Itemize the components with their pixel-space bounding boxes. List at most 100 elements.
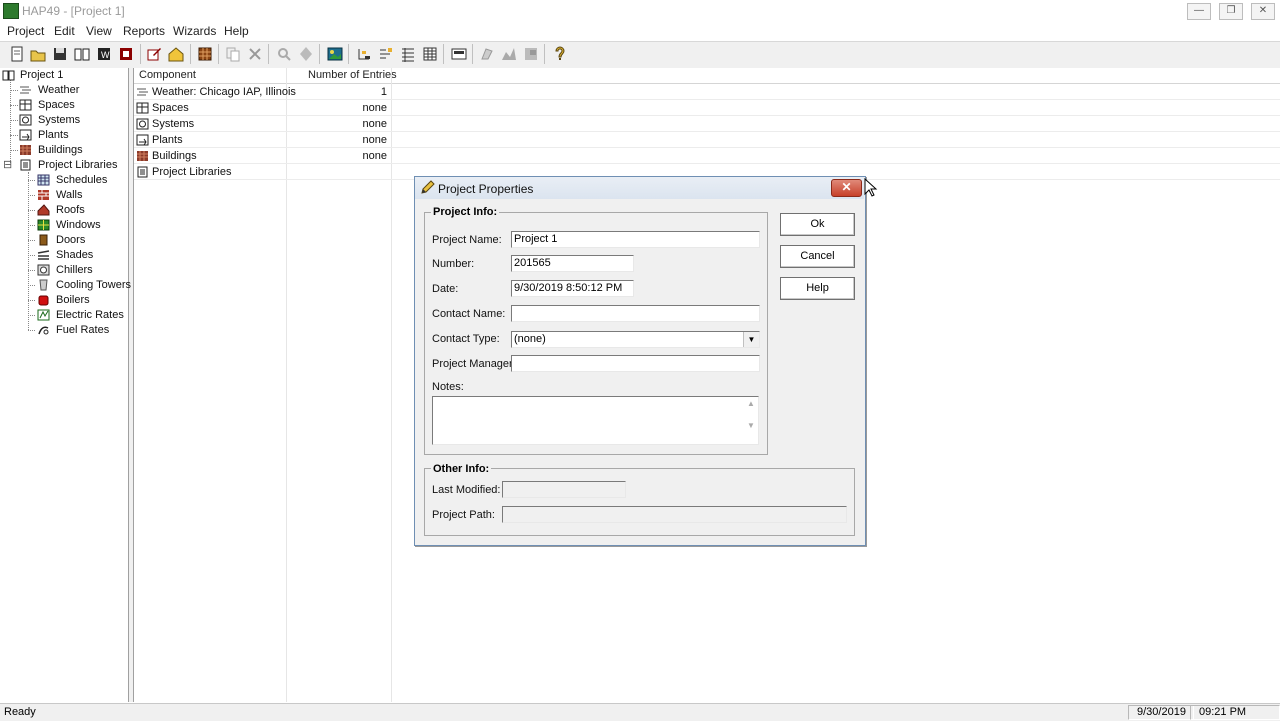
list-row-component[interactable]: Systems (152, 118, 194, 130)
edit-pencil-icon[interactable] (145, 45, 163, 63)
spaces-icon (19, 99, 32, 111)
cancel-button[interactable]: Cancel (780, 245, 855, 268)
delete-icon[interactable] (246, 45, 264, 63)
libraries-icon (19, 159, 32, 171)
tree-item-project-libraries[interactable]: Project Libraries (38, 159, 117, 171)
systems-icon (136, 118, 149, 130)
tree-item-walls[interactable]: Walls (56, 189, 82, 201)
exit-icon[interactable] (117, 45, 135, 63)
tree-connector (10, 150, 18, 151)
tree-connector (28, 225, 35, 226)
tree-item-shades[interactable]: Shades (56, 249, 93, 261)
notes-scrollbar[interactable]: ▲ ▼ (745, 398, 757, 443)
tree-connector (28, 300, 35, 301)
toolbar-separator (544, 44, 545, 64)
list-row-component[interactable]: Buildings (152, 150, 197, 162)
help-button[interactable]: Help (780, 277, 855, 300)
project-name-field[interactable]: Project 1 (511, 231, 760, 248)
book-dark-icon[interactable]: W (95, 45, 113, 63)
tree-item-roofs[interactable]: Roofs (56, 204, 85, 216)
toolbar-separator (443, 44, 444, 64)
print-icon[interactable] (478, 45, 496, 63)
menu-help[interactable]: Help (224, 24, 249, 38)
dialog-close-button[interactable]: ✕ (831, 179, 862, 197)
open-project-icon[interactable] (29, 45, 47, 63)
tree-item-systems[interactable]: Systems (38, 114, 80, 126)
copy-icon[interactable] (224, 45, 242, 63)
tree-item-boilers[interactable]: Boilers (56, 294, 90, 306)
menu-project[interactable]: Project (7, 24, 44, 38)
book-icon[interactable] (73, 45, 91, 63)
project-icon (2, 69, 15, 81)
row-divider (134, 163, 1280, 164)
details-view-icon[interactable] (399, 45, 417, 63)
menu-edit[interactable]: Edit (54, 24, 75, 38)
tree-item-fuel-rates[interactable]: Fuel Rates (56, 324, 109, 336)
house-icon[interactable] (167, 45, 185, 63)
toolbar-separator (268, 44, 269, 64)
libraries-expander[interactable]: ⊟ (3, 158, 12, 171)
list-row-entries: none (362, 102, 387, 114)
save-icon[interactable] (51, 45, 69, 63)
menu-view[interactable]: View (86, 24, 112, 38)
calculator-icon[interactable] (522, 45, 540, 63)
tree-connector (10, 90, 18, 91)
chevron-down-icon[interactable]: ▼ (743, 332, 759, 347)
close-window-button[interactable]: ✕ (1251, 3, 1275, 20)
row-divider (134, 99, 1280, 100)
tree-item-spaces[interactable]: Spaces (38, 99, 75, 111)
list-row-component[interactable]: Spaces (152, 102, 189, 114)
tree-icon[interactable] (355, 45, 373, 63)
menu-wizards[interactable]: Wizards (173, 24, 216, 38)
tree-root-project[interactable]: Project 1 (20, 69, 63, 81)
notes-textarea[interactable] (432, 396, 759, 445)
fuel-rates-icon (37, 324, 50, 336)
properties-icon[interactable] (297, 45, 315, 63)
row-divider (134, 115, 1280, 116)
list-row-component[interactable]: Weather: Chicago IAP, Illinois (152, 86, 296, 98)
menu-reports[interactable]: Reports (123, 24, 165, 38)
app-icon (3, 3, 19, 19)
column-header-component[interactable]: Component (139, 69, 196, 81)
project-name-label: Project Name: (432, 234, 502, 246)
contact-type-select[interactable]: (none) (511, 331, 760, 348)
date-field[interactable]: 9/30/2019 8:50:12 PM (511, 280, 634, 297)
list-row-component[interactable]: Project Libraries (152, 166, 231, 178)
tree-connector (10, 80, 11, 165)
chart-icon[interactable] (500, 45, 518, 63)
tree-item-weather[interactable]: Weather (38, 84, 79, 96)
title-bar[interactable] (0, 0, 1280, 22)
tree-item-buildings[interactable]: Buildings (38, 144, 83, 156)
ok-button[interactable]: Ok (780, 213, 855, 236)
window-title: HAP49 - [Project 1] (22, 4, 125, 18)
contact-name-field[interactable] (511, 305, 760, 322)
image-icon[interactable] (326, 45, 344, 63)
tree-item-schedules[interactable]: Schedules (56, 174, 107, 186)
tree-item-cooling-towers[interactable]: Cooling Towers (56, 279, 131, 291)
grid-icon[interactable] (196, 45, 214, 63)
last-modified-label: Last Modified: (432, 484, 501, 496)
toolbar-separator (348, 44, 349, 64)
project-manager-field[interactable] (511, 355, 760, 372)
tree-item-doors[interactable]: Doors (56, 234, 85, 246)
tree-item-plants[interactable]: Plants (38, 129, 69, 141)
status-date: 9/30/2019 (1128, 705, 1194, 720)
tree-connector (28, 240, 35, 241)
weather-icon (19, 84, 32, 96)
list-row-component[interactable]: Plants (152, 134, 183, 146)
restore-button[interactable]: ❐ (1219, 3, 1243, 20)
minimize-button[interactable]: — (1187, 3, 1211, 20)
buildings-icon (136, 150, 149, 162)
new-project-icon[interactable] (8, 45, 26, 63)
help-icon[interactable] (551, 45, 569, 63)
list-view-icon[interactable] (421, 45, 439, 63)
column-header-entries[interactable]: Number of Entries (308, 69, 397, 81)
tree-item-electric-rates[interactable]: Electric Rates (56, 309, 124, 321)
report-icon[interactable] (450, 45, 468, 63)
list-row-entries: none (362, 134, 387, 146)
tree-item-windows[interactable]: Windows (56, 219, 101, 231)
number-field[interactable]: 201565 (511, 255, 634, 272)
search-icon[interactable] (275, 45, 293, 63)
tree-branch-icon[interactable] (377, 45, 395, 63)
tree-item-chillers[interactable]: Chillers (56, 264, 93, 276)
